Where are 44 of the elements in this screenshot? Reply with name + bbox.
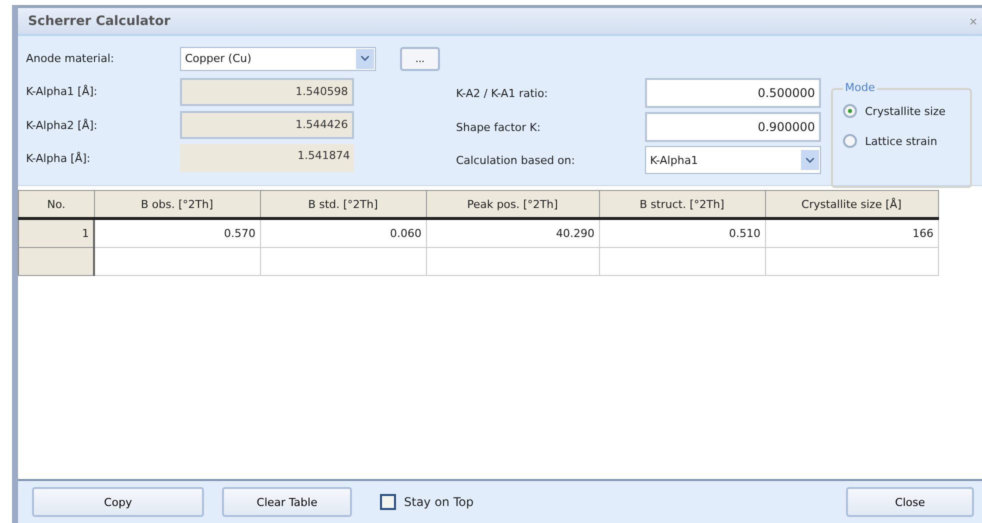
close-button[interactable]: Close (846, 487, 974, 517)
column-header[interactable]: B obs. [°2Th] (94, 190, 260, 218)
column-header[interactable]: Crystallite size [Å] (765, 190, 938, 218)
table-cell[interactable]: 0.570 (94, 218, 260, 248)
window-title: Scherrer Calculator (27, 14, 170, 28)
anode-dropdown[interactable]: Copper (Cu) (180, 46, 376, 71)
checkbox-label[interactable]: Stay on Top (404, 495, 474, 509)
table-cell[interactable]: 40.290 (426, 218, 599, 248)
field-label: Shape factor K: (456, 120, 542, 134)
field-label: Calculation based on: (456, 154, 576, 166)
copy-button[interactable]: Copy (32, 487, 204, 517)
radio-label[interactable]: Lattice strain (865, 134, 938, 148)
field-label: K-Alpha [Å]: (26, 152, 92, 165)
readonly-field: 1.544426 (180, 111, 354, 140)
radio-button[interactable] (843, 104, 857, 118)
column-header[interactable]: B struct. [°2Th] (599, 190, 765, 218)
radio-label[interactable]: Crystallite size (865, 104, 946, 118)
column-header[interactable]: B std. [°2Th] (260, 190, 426, 218)
table-cell[interactable] (260, 248, 426, 276)
browse-button[interactable]: ... (400, 46, 440, 71)
row-header[interactable] (18, 248, 94, 276)
table-cell[interactable] (599, 248, 765, 276)
column-header[interactable]: No. (18, 190, 94, 218)
field-label: K-A2 / K-A1 ratio: (456, 86, 549, 100)
table-cell[interactable] (94, 248, 260, 276)
table-cell[interactable] (426, 248, 599, 276)
readonly-field: 1.541874 (180, 144, 354, 172)
input-field[interactable]: 0.500000 (645, 78, 821, 108)
group-title: Mode (843, 81, 877, 94)
table-cell[interactable]: 0.060 (260, 218, 426, 248)
readonly-field: 1.540598 (180, 78, 354, 106)
basis-dropdown[interactable]: K-Alpha1 (645, 146, 821, 174)
table-cell[interactable]: 0.510 (599, 218, 765, 248)
radio-button[interactable] (843, 134, 857, 148)
input-field[interactable]: 0.900000 (645, 112, 821, 142)
table-cell[interactable] (765, 248, 938, 276)
row-header[interactable]: 1 (18, 218, 94, 248)
field-label: K-Alpha1 [Å]: (26, 85, 98, 98)
checkbox[interactable] (380, 494, 396, 510)
table-cell[interactable]: 166 (765, 218, 938, 248)
field-label: Anode material: (26, 52, 116, 66)
column-header[interactable]: Peak pos. [°2Th] (426, 190, 599, 218)
field-label: K-Alpha2 [Å]: (26, 118, 98, 132)
clear-table-button[interactable]: Clear Table (222, 487, 352, 517)
